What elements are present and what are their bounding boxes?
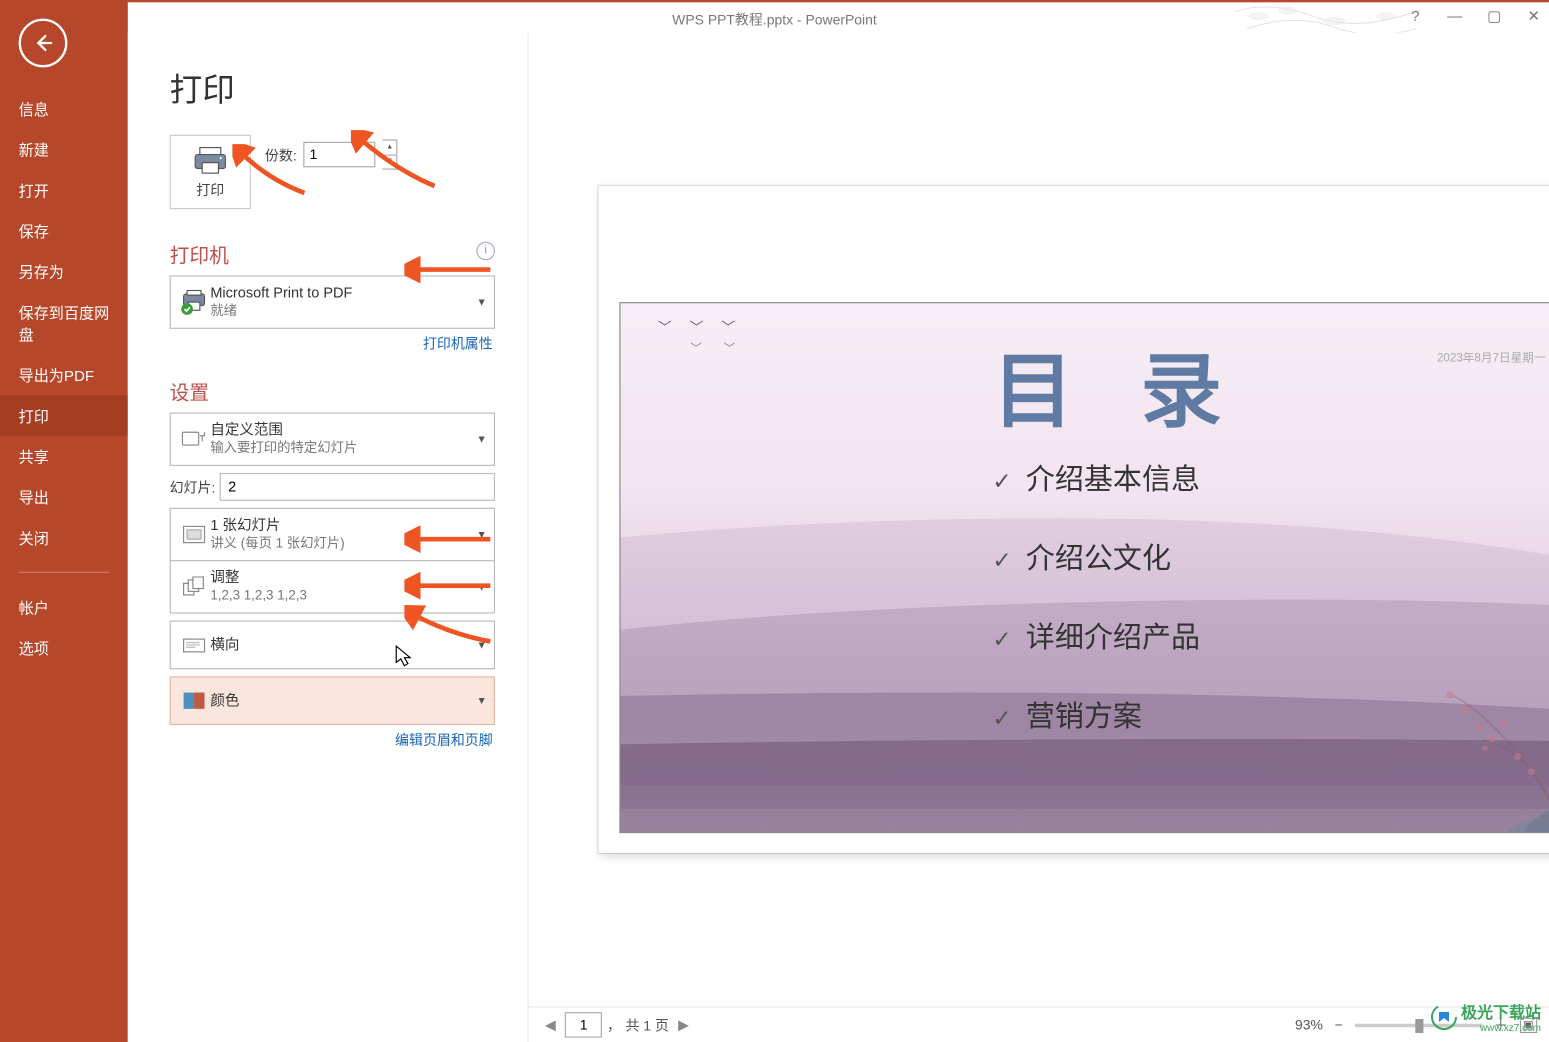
print-range-select[interactable]: 自定义范围 输入要打印的特定幻灯片 ▼ xyxy=(170,413,495,466)
zoom-out-button[interactable]: − xyxy=(1335,1017,1343,1033)
nav-item[interactable]: 导出为PDF xyxy=(0,354,128,395)
color-select[interactable]: 颜色 ▼ xyxy=(170,676,495,725)
layout-select[interactable]: 1 张幻灯片 讲义 (每页 1 张幻灯片) ▼ xyxy=(170,508,495,561)
slides-label: 幻灯片: xyxy=(170,477,216,497)
slides-input[interactable] xyxy=(220,473,495,501)
settings-section-label: 设置 xyxy=(170,382,210,404)
nav-item[interactable]: 打印 xyxy=(0,395,128,436)
prev-page-button[interactable]: ◀ xyxy=(540,1017,560,1033)
next-page-button[interactable]: ▶ xyxy=(673,1017,693,1033)
print-button[interactable]: 打印 xyxy=(170,135,251,209)
zoom-value: 93% xyxy=(1295,1017,1323,1033)
nav-item[interactable]: 关闭 xyxy=(0,517,128,558)
page-separator: ， xyxy=(607,1015,621,1035)
chevron-down-icon: ▼ xyxy=(477,433,487,445)
copies-spinner[interactable]: ▲▼ xyxy=(383,139,398,169)
chevron-down-icon: ▼ xyxy=(477,529,487,541)
chevron-down-icon: ▼ xyxy=(477,695,487,707)
watermark-logo-icon xyxy=(1431,1004,1457,1030)
collate-select[interactable]: 调整 1,2,3 1,2,3 1,2,3 ▼ xyxy=(170,560,495,613)
back-button[interactable] xyxy=(19,19,68,68)
chevron-down-icon: ▼ xyxy=(477,639,487,651)
orientation-select[interactable]: 横向 ▼ xyxy=(170,621,495,670)
slides-range-icon xyxy=(181,429,207,450)
nav-item[interactable]: 共享 xyxy=(0,436,128,477)
backstage-sidebar: 信息新建打开保存另存为保存到百度网盘导出为PDF打印共享导出关闭 帐户选项 xyxy=(0,0,128,1042)
nav-item[interactable]: 保存到百度网盘 xyxy=(0,292,128,355)
toc-item: 介绍基本信息 xyxy=(992,457,1200,499)
close-icon[interactable]: ✕ xyxy=(1526,7,1542,26)
printer-status: 就绪 xyxy=(210,303,487,321)
page-title: 打印 xyxy=(170,65,495,111)
nav-item[interactable]: 另存为 xyxy=(0,251,128,292)
printer-section-label: 打印机 xyxy=(170,245,229,267)
help-icon[interactable]: ? xyxy=(1407,7,1423,26)
nav-item[interactable]: 选项 xyxy=(0,627,128,668)
nav-item[interactable]: 帐户 xyxy=(0,587,128,628)
printer-icon xyxy=(193,145,228,175)
toc-item: 详细介绍产品 xyxy=(992,615,1200,657)
printer-properties-link[interactable]: 打印机属性 xyxy=(170,333,493,353)
page-total: 共 1 页 xyxy=(625,1015,668,1035)
nav-item[interactable]: 保存 xyxy=(0,210,128,251)
nav-item[interactable]: 新建 xyxy=(0,129,128,170)
orientation-icon xyxy=(181,634,207,655)
minimize-icon[interactable]: — xyxy=(1447,7,1463,26)
info-icon[interactable]: i xyxy=(476,242,495,261)
bird-decoration: ﹀ ﹀ xyxy=(690,338,744,355)
nav-item[interactable]: 信息 xyxy=(0,88,128,129)
print-button-label: 打印 xyxy=(196,180,224,200)
watermark: 极光下载站 www.xz7.com xyxy=(1431,999,1541,1034)
nav-item[interactable]: 导出 xyxy=(0,476,128,517)
slide-title: 目 录 xyxy=(992,327,1245,444)
mouse-cursor-icon xyxy=(395,645,414,668)
slide-preview: ﹀ ﹀ ﹀ ﹀ ﹀ 目 录 2023年8月7日星期一 介绍基本信息介绍公文化详细… xyxy=(619,302,1549,833)
page-input[interactable] xyxy=(565,1012,602,1038)
printer-status-icon xyxy=(180,289,208,315)
copies-label: 份数: xyxy=(265,145,297,165)
window-title: WPS PPT教程.pptx - PowerPoint xyxy=(672,9,877,29)
toc-item: 介绍公文化 xyxy=(992,536,1200,578)
bird-decoration: ﹀ ﹀ ﹀ xyxy=(658,317,742,337)
edit-header-footer-link[interactable]: 编辑页眉和页脚 xyxy=(170,730,493,750)
color-icon xyxy=(181,690,207,711)
nav-item[interactable]: 打开 xyxy=(0,170,128,211)
layout-icon xyxy=(181,524,207,545)
printer-name: Microsoft Print to PDF xyxy=(210,283,487,303)
collate-icon xyxy=(181,576,207,597)
slide-date: 2023年8月7日星期一 xyxy=(1437,347,1546,364)
chevron-down-icon: ▼ xyxy=(477,296,487,308)
copies-input[interactable] xyxy=(304,142,376,168)
maximize-icon[interactable]: ▢ xyxy=(1486,7,1502,26)
chevron-down-icon: ▼ xyxy=(477,581,487,593)
back-arrow-icon xyxy=(33,33,54,54)
blossom-decoration xyxy=(1367,658,1549,832)
printer-select[interactable]: Microsoft Print to PDF 就绪 ▼ xyxy=(170,275,495,328)
toc-item: 营销方案 xyxy=(992,694,1200,736)
